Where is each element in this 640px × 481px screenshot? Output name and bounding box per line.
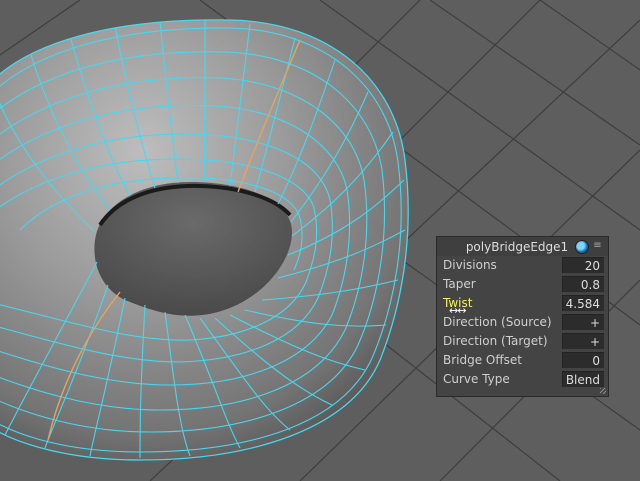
direction-source-label: Direction (Source) bbox=[443, 315, 552, 329]
panel-title: polyBridgeEdge1 bbox=[465, 240, 569, 254]
curve-type-label: Curve Type bbox=[443, 372, 510, 386]
twist-field[interactable]: 4.584 bbox=[562, 295, 604, 311]
row-divisions: Divisions 20 bbox=[437, 256, 608, 275]
bridge-offset-field[interactable]: 0 bbox=[562, 352, 604, 368]
taper-field[interactable]: 0.8 bbox=[562, 276, 604, 292]
direction-target-label: Direction (Target) bbox=[443, 334, 548, 348]
row-taper: Taper 0.8 bbox=[437, 275, 608, 294]
row-curve-type: Curve Type Blend bbox=[437, 370, 608, 389]
taper-label: Taper bbox=[443, 277, 476, 291]
direction-target-field[interactable]: + bbox=[562, 333, 604, 349]
curve-type-field[interactable]: Blend bbox=[562, 371, 604, 387]
row-bridge-offset: Bridge Offset 0 bbox=[437, 351, 608, 370]
direction-source-field[interactable]: + bbox=[562, 314, 604, 330]
panel-header[interactable]: polyBridgeEdge1 ≡ bbox=[437, 237, 608, 256]
row-direction-source: Direction (Source) + bbox=[437, 313, 608, 332]
menu-icon[interactable]: ≡ bbox=[592, 240, 603, 251]
divisions-label: Divisions bbox=[443, 258, 497, 272]
divisions-field[interactable]: 20 bbox=[562, 257, 604, 273]
sphere-icon[interactable] bbox=[575, 240, 589, 254]
attribute-panel[interactable]: polyBridgeEdge1 ≡ Divisions 20 Taper 0.8… bbox=[436, 236, 609, 397]
row-twist: Twist ↔↔ 4.584 bbox=[437, 294, 608, 317]
row-direction-target: Direction (Target) + bbox=[437, 332, 608, 351]
bridge-offset-label: Bridge Offset bbox=[443, 353, 522, 367]
resize-grip-icon[interactable] bbox=[600, 388, 606, 394]
